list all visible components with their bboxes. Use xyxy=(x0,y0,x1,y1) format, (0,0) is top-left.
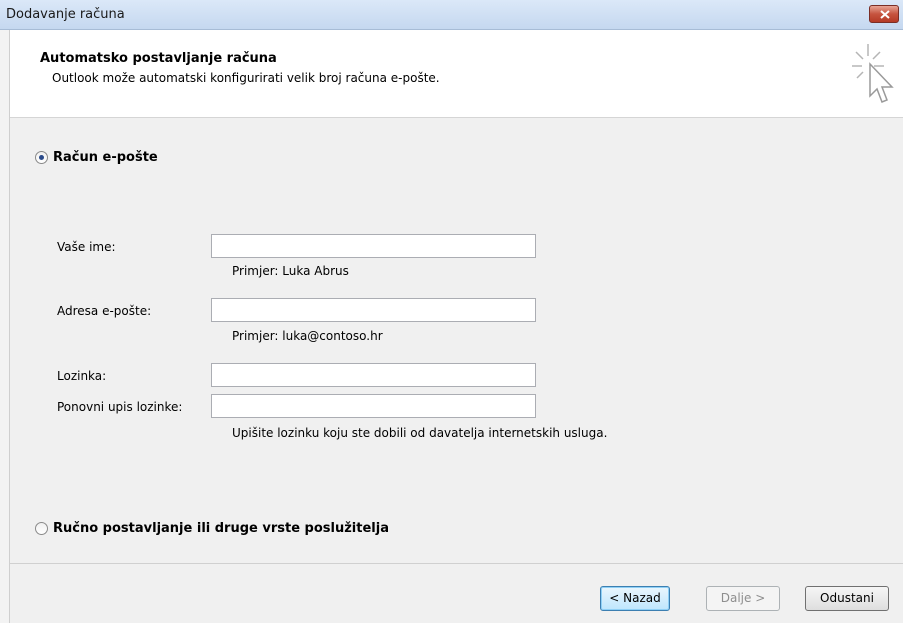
email-input[interactable] xyxy=(211,298,536,322)
name-label: Vaše ime: xyxy=(57,240,116,254)
name-hint: Primjer: Luka Abrus xyxy=(232,264,349,278)
email-account-label[interactable]: Račun e-pošte xyxy=(53,150,158,165)
retype-password-label: Ponovni upis lozinke: xyxy=(57,400,183,414)
back-button[interactable]: < Nazad xyxy=(600,586,670,611)
email-label: Adresa e-pošte: xyxy=(57,304,152,318)
close-button[interactable] xyxy=(869,5,899,23)
close-icon xyxy=(880,10,890,19)
window-title: Dodavanje računa xyxy=(6,7,125,22)
manual-setup-label[interactable]: Ručno postavljanje ili druge vrste poslu… xyxy=(53,521,389,536)
password-label: Lozinka: xyxy=(57,369,107,383)
wizard-footer: < Nazad Dalje > Odustani xyxy=(10,563,903,623)
manual-setup-radio[interactable] xyxy=(35,522,48,535)
header-title: Automatsko postavljanje računa xyxy=(40,51,277,66)
title-bar: Dodavanje računa xyxy=(0,0,903,30)
header-subtitle: Outlook može automatski konfigurirati ve… xyxy=(52,71,440,85)
email-hint: Primjer: luka@contoso.hr xyxy=(232,329,383,343)
dialog-left-edge xyxy=(0,30,10,623)
next-button[interactable]: Dalje > xyxy=(706,586,780,611)
wizard-header: Automatsko postavljanje računa Outlook m… xyxy=(10,30,903,118)
email-account-radio[interactable] xyxy=(35,151,48,164)
password-input[interactable] xyxy=(211,363,536,387)
password-hint: Upišite lozinku koju ste dobili od davat… xyxy=(232,426,608,440)
retype-password-input[interactable] xyxy=(211,394,536,418)
name-input[interactable] xyxy=(211,234,536,258)
wizard-content: Račun e-pošte Vaše ime: Primjer: Luka Ab… xyxy=(10,118,903,563)
cancel-button[interactable]: Odustani xyxy=(805,586,889,611)
cursor-sparkle-icon xyxy=(852,44,894,103)
